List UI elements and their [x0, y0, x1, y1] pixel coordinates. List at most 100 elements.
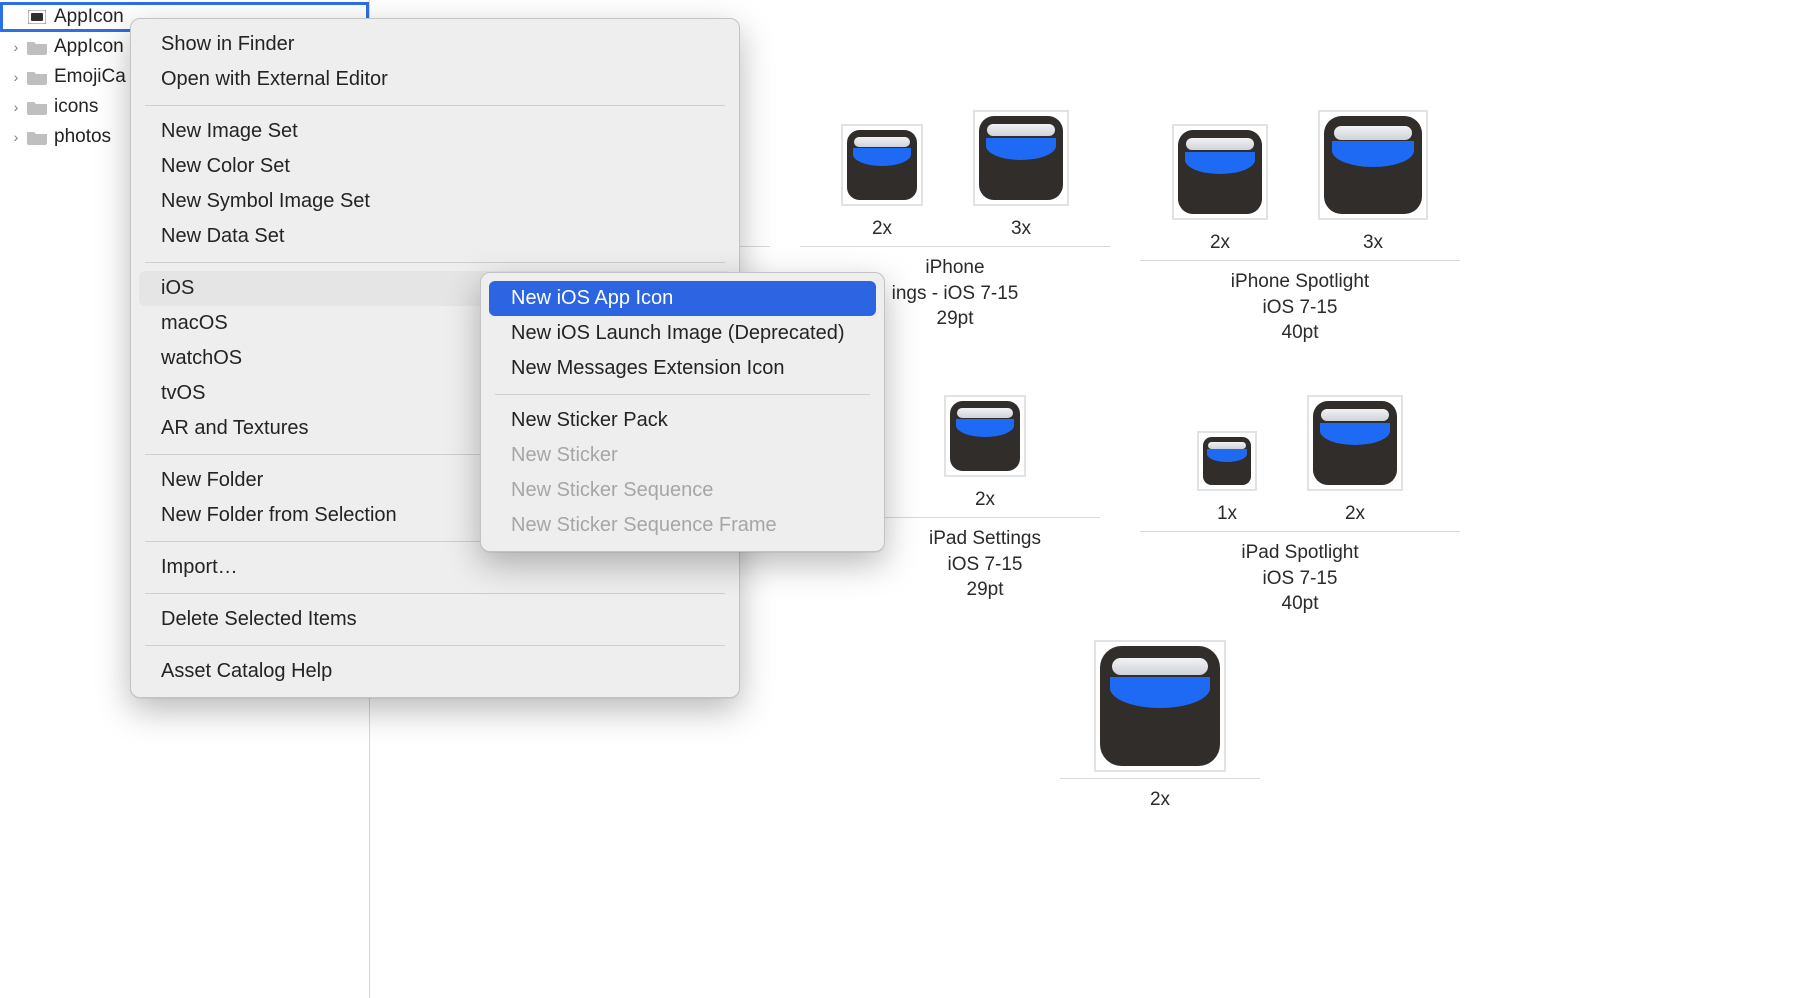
icon-slot[interactable] — [1094, 640, 1226, 772]
menu-item-label: Open with External Editor — [161, 68, 388, 91]
icon-image-well[interactable] — [944, 395, 1026, 477]
submenu-item-new-sticker: New Sticker — [489, 438, 876, 473]
icon-group-title: iPad SettingsiOS 7-1529pt — [870, 526, 1100, 603]
menu-item-label: New Symbol Image Set — [161, 190, 370, 213]
folder-icon — [26, 38, 48, 56]
submenu-item-new-messages-extension-icon[interactable]: New Messages Extension Icon — [489, 351, 876, 386]
disclosure-icon[interactable]: › — [8, 99, 24, 115]
icon-slot[interactable]: 3x — [1318, 110, 1428, 254]
menu-item-label: watchOS — [161, 347, 242, 370]
icon-slot-row: 1x 2x — [1140, 395, 1460, 532]
slot-scale-label: 3x — [1011, 218, 1031, 240]
folder-icon — [26, 98, 48, 116]
menu-separator — [145, 645, 725, 646]
icon-slot-row — [1060, 640, 1260, 779]
menu-item-label: New Folder — [161, 469, 263, 492]
tree-label: EmojiCa — [54, 66, 126, 88]
icon-slot-row: 2x — [870, 395, 1100, 518]
menu-item-label: Asset Catalog Help — [161, 660, 332, 683]
menu-separator — [145, 262, 725, 263]
icon-group-title: 2x — [1060, 787, 1260, 813]
menu-separator — [495, 394, 870, 395]
disclosure-icon[interactable]: › — [8, 69, 24, 85]
menu-item-label: New Sticker Sequence — [511, 479, 713, 502]
icon-group-title: iPhone SpotlightiOS 7-1540pt — [1140, 269, 1460, 346]
menu-item-label: AR and Textures — [161, 417, 309, 440]
menu-item-asset-catalog-help[interactable]: Asset Catalog Help — [139, 654, 731, 689]
menu-item-delete-selected-items[interactable]: Delete Selected Items — [139, 602, 731, 637]
icon-slot[interactable]: 2x — [1307, 395, 1403, 525]
slot-scale-label: 2x — [1210, 232, 1230, 254]
menu-separator — [145, 105, 725, 106]
icon-image-well[interactable] — [841, 124, 923, 206]
tree-label: icons — [54, 96, 98, 118]
tree-label: AppIcon — [54, 6, 124, 28]
icon-image-well[interactable] — [973, 110, 1069, 206]
icon-slot[interactable]: 2x — [944, 395, 1026, 511]
icon-slot[interactable]: 2x — [1172, 124, 1268, 254]
menu-item-label: New Sticker Sequence Frame — [511, 514, 777, 537]
menu-item-label: tvOS — [161, 382, 205, 405]
slot-scale-label: 2x — [975, 489, 995, 511]
appicon-imageset-icon — [26, 8, 48, 26]
slot-scale-label: 2x — [1345, 503, 1365, 525]
menu-item-label: New Data Set — [161, 225, 284, 248]
wallet-icon — [950, 401, 1020, 471]
menu-item-new-symbol-image-set[interactable]: New Symbol Image Set — [139, 184, 731, 219]
disclosure-icon[interactable]: › — [8, 39, 24, 55]
menu-separator — [145, 593, 725, 594]
icon-image-well[interactable] — [1307, 395, 1403, 491]
icon-image-well[interactable] — [1172, 124, 1268, 220]
menu-item-label: New Image Set — [161, 120, 298, 143]
menu-item-label: New Sticker Pack — [511, 409, 668, 432]
icon-slot[interactable]: 2x — [841, 124, 923, 240]
context-submenu-ios[interactable]: New iOS App Icon New iOS Launch Image (De… — [480, 272, 885, 552]
icon-slot[interactable]: 1x — [1197, 431, 1257, 525]
menu-item-label: New Sticker — [511, 444, 618, 467]
wallet-icon — [847, 130, 917, 200]
wallet-icon — [1324, 116, 1422, 214]
icon-group-title: iPad SpotlightiOS 7-1540pt — [1140, 540, 1460, 617]
menu-item-show-in-finder[interactable]: Show in Finder — [139, 27, 731, 62]
menu-item-label: Import… — [161, 556, 238, 579]
menu-item-label: iOS — [161, 277, 194, 300]
folder-icon — [26, 68, 48, 86]
submenu-item-new-ios-app-icon[interactable]: New iOS App Icon — [489, 281, 876, 316]
asset-canvas: 2x3xiPhone Notification2x3xiPhoneings - … — [370, 0, 1802, 998]
submenu-item-new-sticker-sequence: New Sticker Sequence — [489, 473, 876, 508]
icon-image-well[interactable] — [1197, 431, 1257, 491]
disclosure-icon[interactable]: › — [8, 129, 24, 145]
wallet-icon — [979, 116, 1063, 200]
menu-item-label: macOS — [161, 312, 228, 335]
tree-label: AppIcon — [54, 36, 124, 58]
menu-item-new-data-set[interactable]: New Data Set — [139, 219, 731, 254]
icon-image-well[interactable] — [1318, 110, 1428, 220]
menu-item-import[interactable]: Import… — [139, 550, 731, 585]
wallet-icon — [1203, 437, 1251, 485]
menu-item-label: New Color Set — [161, 155, 290, 178]
submenu-item-new-sticker-sequence-frame: New Sticker Sequence Frame — [489, 508, 876, 543]
slot-scale-label: 1x — [1217, 503, 1237, 525]
icon-group-ipad-spotlight: 1x 2x iPad SpotlightiOS 7-1540pt — [1140, 395, 1460, 617]
menu-item-label: New Messages Extension Icon — [511, 357, 784, 380]
submenu-item-new-sticker-pack[interactable]: New Sticker Pack — [489, 403, 876, 438]
menu-item-label: Show in Finder — [161, 33, 294, 56]
icon-group-ipad-app: 2x — [1060, 640, 1260, 813]
menu-item-new-image-set[interactable]: New Image Set — [139, 114, 731, 149]
menu-item-label: New iOS Launch Image (Deprecated) — [511, 322, 845, 345]
icon-slot-row: 2x 3x — [800, 110, 1110, 247]
icon-slot-row: 2x 3x — [1140, 110, 1460, 261]
icon-slot[interactable]: 3x — [973, 110, 1069, 240]
submenu-item-new-ios-launch-image-deprecated[interactable]: New iOS Launch Image (Deprecated) — [489, 316, 876, 351]
wallet-icon — [1100, 646, 1220, 766]
tree-label: photos — [54, 126, 111, 148]
folder-icon — [26, 128, 48, 146]
slot-scale-label: 2x — [872, 218, 892, 240]
icon-group-iphone-spotlight: 2x 3x iPhone SpotlightiOS 7-1540pt — [1140, 110, 1460, 346]
menu-item-new-color-set[interactable]: New Color Set — [139, 149, 731, 184]
slot-scale-label: 3x — [1363, 232, 1383, 254]
icon-image-well[interactable] — [1094, 640, 1226, 772]
wallet-icon — [1178, 130, 1262, 214]
icon-group-ipad-settings: 2x iPad SettingsiOS 7-1529pt — [870, 395, 1100, 603]
menu-item-open-with-external-editor[interactable]: Open with External Editor — [139, 62, 731, 97]
